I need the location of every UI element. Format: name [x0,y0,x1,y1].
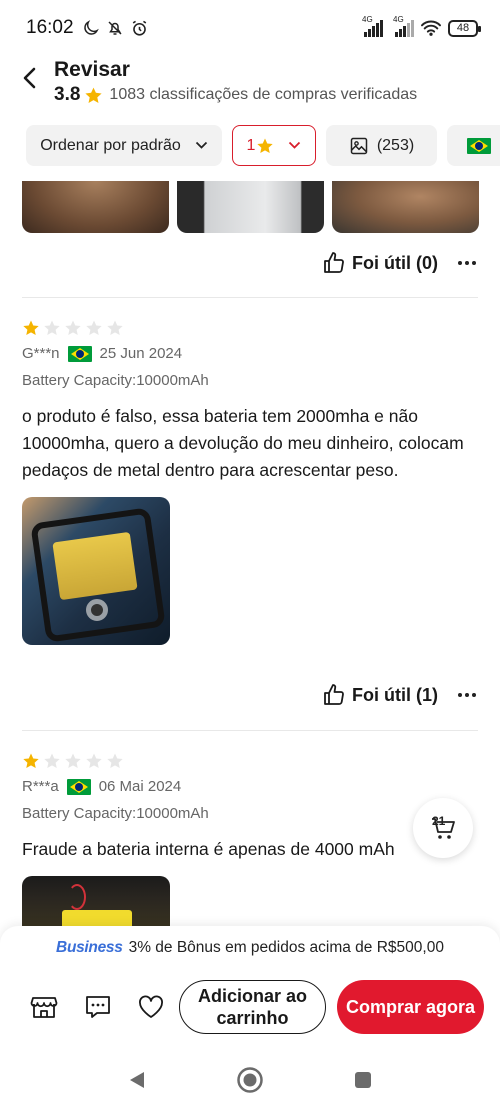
store-icon [30,997,58,1018]
chevron-down-icon [195,141,207,149]
store-button[interactable] [29,992,59,1022]
signal-icon: 4G [393,15,414,37]
bottom-action-bar: Business 3% de Bônus em pedidos acima de … [0,926,500,1048]
review-photo[interactable] [332,181,479,233]
filter-bar: Ordenar por padrão 1 (253) [0,125,500,167]
star-empty-icon [86,753,102,769]
rating-summary: 3.8 1083 classificações de compras verif… [54,84,417,106]
thumbs-up-icon[interactable] [322,683,346,707]
heart-icon [139,995,163,1018]
star-icon [23,320,39,336]
star-filter-chip[interactable]: 1 [232,125,316,166]
image-icon [350,137,368,154]
system-nav-bar [0,1048,500,1111]
review-date: 25 Jun 2024 [99,345,183,362]
review-stars [22,319,478,337]
review-date: 06 Mai 2024 [98,778,182,795]
review-photos [22,181,479,233]
star-empty-icon [107,320,123,336]
wishlist-button[interactable] [136,992,166,1022]
review-photo[interactable] [22,876,170,926]
review-text: Fraude a bateria interna é apenas de 400… [22,839,395,859]
nav-recents-button[interactable] [349,1066,377,1094]
review-sku: Battery Capacity:10000mAh [22,372,209,389]
star-empty-icon [86,320,102,336]
moon-icon [83,20,99,35]
more-options-button[interactable] [458,261,476,265]
review-sku: Battery Capacity:10000mAh [22,805,209,822]
add-to-cart-button[interactable]: Adicionar ao carrinho [179,980,326,1034]
divider [22,730,478,731]
review-meta: R***a 06 Mai 2024 [22,778,478,795]
header: Revisar 3.8 1083 classificações de compr… [0,56,500,114]
helpful-button[interactable]: Foi útil (0) [352,253,438,274]
chat-icon [86,996,110,1018]
review-meta: G***n 25 Jun 2024 [22,345,478,362]
more-options-button[interactable] [458,693,476,697]
star-empty-icon [44,753,60,769]
buy-now-button[interactable]: Comprar agora [337,980,484,1034]
cart-count: 21 [432,814,446,828]
review-author: G***n [22,345,60,362]
review-card: G***n 25 Jun 2024 Battery Capacity:10000… [22,319,478,645]
bell-off-icon [108,21,122,35]
helpful-row: Foi útil (0) [322,251,476,275]
review-photo[interactable] [177,181,324,233]
star-filter-value: 1 [246,136,256,154]
signal-icon: 4G [362,15,383,37]
triangle-back-icon [130,1072,144,1088]
brazil-flag-icon [467,137,491,154]
cart-button[interactable]: 21 [413,798,473,858]
status-bar: 16:02 4G 4G 48 [0,0,500,56]
review-text: o produto é falso, essa bateria tem 2000… [22,406,464,480]
status-time: 16:02 [26,17,74,38]
photo-count: (253) [376,136,415,154]
chevron-down-icon [289,141,301,149]
helpful-row: Foi útil (1) [322,683,476,707]
brazil-flag-icon [66,778,91,795]
star-icon [23,753,39,769]
sort-label: Ordenar por padrão [40,136,181,154]
star-empty-icon [65,753,81,769]
bonus-text: 3% de Bônus em pedidos acima de R$500,00 [128,939,444,956]
review-photo[interactable] [22,181,169,233]
review-card: R***a 06 Mai 2024 Battery Capacity:10000… [22,752,478,926]
country-filter-chip[interactable] [447,125,500,166]
divider [22,297,478,298]
business-logo: Business [56,939,123,956]
rating-value: 3.8 [54,84,81,105]
helpful-button[interactable]: Foi útil (1) [352,685,438,706]
star-empty-icon [65,320,81,336]
thumbs-up-icon[interactable] [322,251,346,275]
back-button[interactable] [18,66,42,90]
battery-icon: 48 [448,19,481,37]
circle-home-icon [237,1067,263,1093]
nav-home-button[interactable] [236,1066,264,1094]
star-empty-icon [107,753,123,769]
page-title: Revisar [54,58,130,81]
business-bonus-banner[interactable]: Business 3% de Bônus em pedidos acima de … [0,939,500,957]
sort-dropdown[interactable]: Ordenar por padrão [26,125,222,166]
review-stars [22,752,478,770]
chevron-left-icon [23,67,36,89]
review-author: R***a [22,778,59,795]
nav-back-button[interactable] [123,1066,151,1094]
photo-filter-chip[interactable]: (253) [326,125,437,166]
wifi-icon [421,20,441,36]
star-icon [257,138,274,153]
brazil-flag-icon [67,345,92,362]
square-recents-icon [355,1072,371,1088]
review-photo[interactable] [22,497,170,645]
alarm-icon [132,20,146,36]
star-empty-icon [44,320,60,336]
rating-count: 1083 classificações de compras verificad… [109,86,418,103]
star-icon [85,87,102,103]
chat-button[interactable] [83,992,113,1022]
